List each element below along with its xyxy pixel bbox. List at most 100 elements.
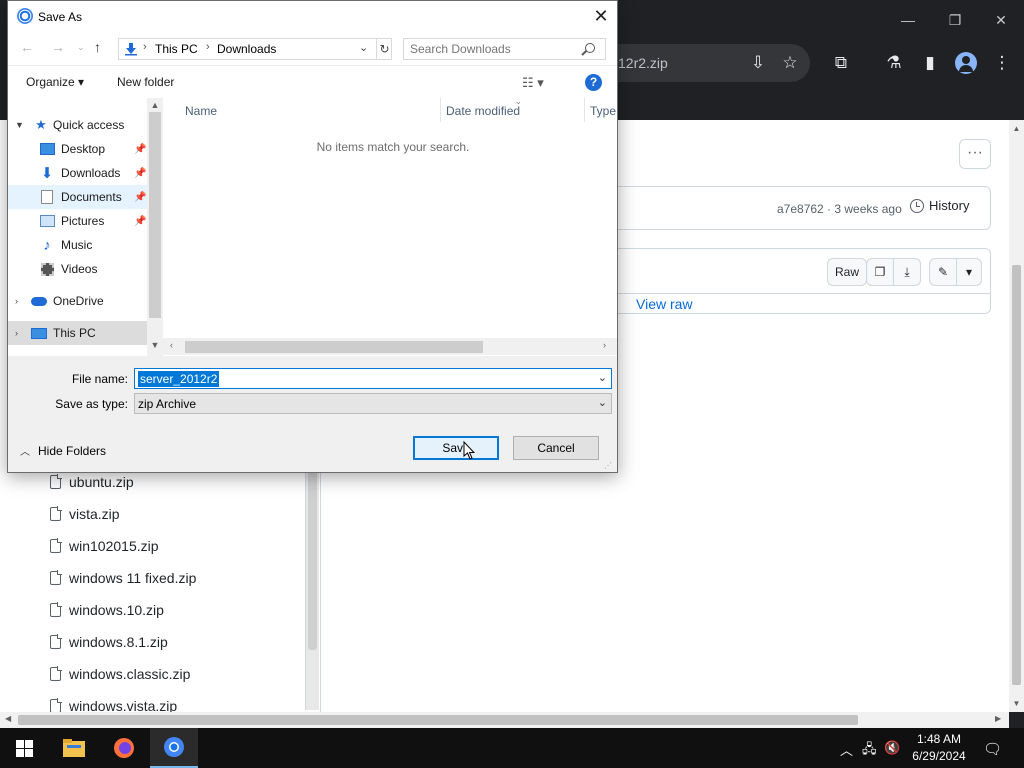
minimize-button[interactable]: —	[888, 8, 928, 32]
scroll-thumb[interactable]	[1012, 265, 1021, 685]
nav-item-documents[interactable]: Documents 📌	[8, 185, 147, 209]
save-button[interactable]: Save	[413, 436, 499, 460]
file-tree-item[interactable]: win102015.zip	[50, 536, 159, 556]
maximize-button[interactable]: ❐	[935, 8, 975, 32]
nav-item-desktop[interactable]: Desktop 📌	[8, 137, 147, 161]
save-type-select[interactable]: zip Archive ⌄	[134, 393, 612, 414]
column-date-modified[interactable]: Date modified	[446, 104, 520, 118]
extensions-icon[interactable]: ⧉	[828, 50, 854, 76]
dialog-close-button[interactable]: ✕	[588, 4, 614, 28]
scroll-thumb[interactable]	[185, 341, 483, 353]
file-tree-item[interactable]: ubuntu.zip	[50, 472, 134, 492]
page-horizontal-scrollbar[interactable]: ◀ ▶	[0, 712, 1009, 728]
scroll-up-icon[interactable]: ▲	[147, 100, 163, 110]
network-icon[interactable]: 🖧	[862, 740, 877, 762]
scroll-thumb[interactable]	[149, 112, 161, 318]
file-name-input[interactable]: server_2012r2 ⌄	[134, 368, 612, 389]
scroll-right-icon[interactable]: ▶	[995, 714, 1001, 723]
commit-info[interactable]: a7e8762 · 3 weeks ago	[777, 202, 902, 216]
dialog-titlebar[interactable]: Save As ✕	[8, 1, 617, 32]
raw-button[interactable]: Raw	[827, 258, 867, 286]
file-tree-item[interactable]: windows.classic.zip	[50, 664, 190, 684]
chrome-icon[interactable]	[150, 728, 198, 768]
labs-flask-icon[interactable]: ⚗	[881, 50, 907, 76]
column-name[interactable]: Name	[185, 104, 217, 118]
file-explorer-icon[interactable]	[50, 728, 98, 768]
scroll-right-icon[interactable]: ›	[603, 340, 606, 350]
close-window-button[interactable]: ✕	[981, 8, 1021, 32]
scroll-up-icon[interactable]: ▲	[1009, 124, 1024, 133]
scroll-down-icon[interactable]: ▼	[1009, 699, 1024, 708]
nav-item-music[interactable]: ♪ Music	[8, 233, 147, 257]
search-icon[interactable]	[585, 43, 595, 53]
column-type[interactable]: Type	[590, 104, 616, 118]
edit-pencil-icon[interactable]: ✎	[929, 258, 957, 286]
windows-start-icon[interactable]	[0, 728, 48, 768]
notifications-icon[interactable]: 🗨	[983, 740, 1002, 758]
file-tree-item[interactable]: vista.zip	[50, 504, 120, 524]
scroll-left-icon[interactable]: ◀	[5, 714, 11, 723]
firefox-icon[interactable]	[100, 728, 148, 768]
file-list-horizontal-scrollbar[interactable]: ‹ ›	[163, 338, 617, 355]
file-tree-item[interactable]: windows.8.1.zip	[50, 632, 168, 652]
bookmark-star-icon[interactable]: ☆	[777, 50, 803, 76]
search-input[interactable]	[410, 42, 580, 56]
resize-grip-icon[interactable]: ⋰	[604, 461, 612, 470]
breadcrumb[interactable]: › This PC › Downloads ⌄ ↻	[118, 38, 392, 60]
chevron-down-icon[interactable]: ⌄	[598, 371, 607, 384]
file-tree-item[interactable]: windows.vista.zip	[50, 696, 177, 712]
nav-item-onedrive[interactable]: › OneDrive	[8, 289, 147, 313]
recent-locations-icon[interactable]: ⌄	[77, 42, 85, 53]
file-tree-item[interactable]: windows 11 fixed.zip	[50, 568, 196, 588]
nav-item-quick-access[interactable]: ▼ ★ Quick access	[8, 113, 147, 137]
side-panel-icon[interactable]: ▮	[917, 50, 943, 76]
nav-item-videos[interactable]: Videos	[8, 257, 147, 281]
profile-avatar[interactable]	[955, 52, 977, 74]
expanded-chevron-icon[interactable]: ▼	[15, 120, 24, 130]
nav-item-this-pc[interactable]: › This PC	[8, 321, 147, 345]
help-icon[interactable]: ?	[585, 74, 602, 91]
show-hidden-icons-icon[interactable]: ︿	[840, 740, 853, 759]
clock-date[interactable]: 6/29/2024	[908, 749, 970, 763]
dialog-title: Save As	[38, 10, 83, 24]
scroll-down-icon[interactable]: ▼	[147, 340, 163, 350]
breadcrumb-this-pc[interactable]: This PC	[155, 42, 198, 56]
page-vertical-scrollbar[interactable]: ▲ ▼	[1009, 120, 1024, 712]
more-options-button[interactable]: ···	[959, 139, 991, 169]
view-raw-link[interactable]: View raw	[636, 296, 693, 312]
cancel-button[interactable]: Cancel	[513, 436, 599, 460]
chevron-up-icon: ︿	[20, 447, 30, 458]
collapsed-chevron-icon[interactable]: ›	[15, 328, 18, 338]
breadcrumb-downloads[interactable]: Downloads	[217, 42, 276, 56]
download-raw-icon[interactable]: ⤓	[893, 258, 921, 286]
nav-item-pictures[interactable]: Pictures 📌	[8, 209, 147, 233]
file-tree-item[interactable]: windows.10.zip	[50, 600, 164, 620]
collapsed-chevron-icon[interactable]: ›	[15, 296, 18, 306]
up-arrow-icon[interactable]: ↑	[94, 39, 101, 55]
refresh-icon[interactable]: ↻	[376, 39, 392, 59]
file-tree-scrollbar[interactable]	[305, 460, 319, 710]
history-button[interactable]: History	[910, 198, 969, 213]
address-dropdown-icon[interactable]: ⌄	[359, 41, 368, 54]
file-list-area[interactable]: Name Date modified ⌄ Type No items match…	[163, 97, 617, 356]
chevron-down-icon[interactable]: ⌄	[598, 396, 607, 409]
nav-item-downloads[interactable]: ⬇ Downloads 📌	[8, 161, 147, 185]
file-name-value: server_2012r2	[138, 371, 220, 387]
install-app-icon[interactable]: ⇩	[745, 50, 771, 76]
search-box[interactable]	[403, 38, 606, 60]
organize-menu[interactable]: Organize ▾	[26, 75, 84, 89]
forward-arrow-icon[interactable]: →	[51, 39, 65, 55]
back-arrow-icon[interactable]: ←	[20, 39, 34, 55]
scroll-thumb[interactable]	[18, 715, 858, 725]
edit-dropdown-icon[interactable]: ▾	[956, 258, 982, 286]
view-options-icon[interactable]: ☷ ▾	[522, 75, 544, 91]
sort-caret-icon: ⌄	[515, 97, 522, 106]
volume-muted-icon[interactable]: 🔇	[884, 740, 900, 756]
menu-kebab-icon[interactable]: ⋮	[989, 50, 1015, 76]
copy-icon[interactable]: ❐	[866, 258, 894, 286]
nav-pane-scrollbar[interactable]: ▲ ▼	[147, 98, 163, 356]
hide-folders-button[interactable]: ︿ Hide Folders	[20, 443, 106, 459]
scroll-left-icon[interactable]: ‹	[170, 340, 173, 350]
clock-time[interactable]: 1:48 AM	[916, 732, 962, 746]
new-folder-button[interactable]: New folder	[117, 75, 174, 89]
